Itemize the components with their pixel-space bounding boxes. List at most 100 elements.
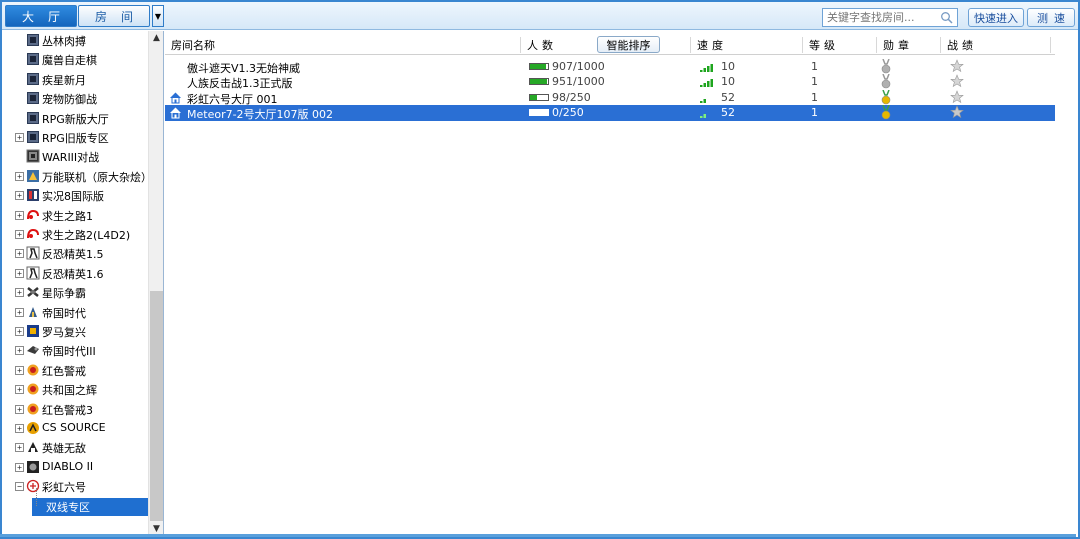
- tree-item[interactable]: RPG新版大厅: [2, 109, 148, 128]
- medal-icon: [880, 58, 892, 74]
- tree-item-label: 红色警戒3: [42, 403, 93, 417]
- occupancy-bar: [529, 108, 549, 116]
- expand-icon[interactable]: +: [15, 230, 24, 239]
- collapse-icon[interactable]: −: [15, 482, 24, 492]
- tree-item[interactable]: + 实况8国际版: [2, 186, 148, 205]
- window-bottom-border: [0, 534, 1076, 537]
- column-speed[interactable]: 速度: [691, 37, 803, 53]
- quick-enter-button[interactable]: 快速进入: [968, 8, 1024, 27]
- expand-icon[interactable]: +: [15, 268, 24, 278]
- tree-item[interactable]: + RPG旧版专区: [2, 128, 148, 147]
- column-people-label: 人数: [527, 39, 557, 52]
- column-level[interactable]: 等级: [803, 37, 877, 53]
- tree-item[interactable]: + 万能联机（原大杂烩）: [2, 167, 148, 186]
- tree-item-label: 罗马复兴: [42, 326, 86, 339]
- tree-item[interactable]: 双线专区: [2, 487, 148, 516]
- column-record[interactable]: 战绩: [941, 37, 1051, 53]
- tree-item-label: DIABLO II: [42, 459, 94, 473]
- tree-item[interactable]: + CS SOURCE: [2, 419, 148, 438]
- expand-icon[interactable]: +: [15, 365, 24, 375]
- l4d-icon: [26, 227, 40, 241]
- tree-item[interactable]: 丛林肉搏: [2, 31, 148, 50]
- room-level: 1: [811, 75, 818, 89]
- tree-item[interactable]: − 彩虹六号: [2, 477, 148, 496]
- tree-item[interactable]: + 求生之路1: [2, 206, 148, 225]
- smart-sort-button[interactable]: 智能排序: [597, 36, 660, 53]
- scroll-thumb[interactable]: [150, 291, 163, 521]
- tree-item[interactable]: + 帝国时代III: [2, 341, 148, 360]
- room-search-box[interactable]: [822, 8, 958, 27]
- tree-item[interactable]: + 星际争霸: [2, 283, 148, 302]
- tab-lobby[interactable]: 大厅: [5, 5, 77, 27]
- tree-item-label: RPG旧版专区: [42, 132, 109, 145]
- tree-item[interactable]: + 共和国之辉: [2, 380, 148, 399]
- record-star-icon: [950, 105, 964, 119]
- tree-item[interactable]: + 罗马复兴: [2, 322, 148, 341]
- tree-scrollbar[interactable]: ▲ ▼: [148, 31, 163, 537]
- expand-icon[interactable]: +: [15, 249, 24, 259]
- column-medal[interactable]: 勋章: [877, 37, 941, 53]
- column-record-label: 战绩: [947, 39, 977, 52]
- war3-icon: [26, 52, 40, 66]
- expand-icon[interactable]: +: [15, 171, 24, 181]
- expand-icon[interactable]: +: [15, 210, 24, 220]
- room-name: Meteor7-2号大厅107版 002: [187, 107, 334, 121]
- scroll-up-icon[interactable]: ▲: [149, 31, 164, 46]
- redalert-icon: [26, 382, 40, 396]
- table-row[interactable]: Meteor7-2号大厅107版 002 0/250 52 1: [165, 104, 1055, 121]
- expand-icon[interactable]: +: [15, 191, 24, 201]
- tree-item[interactable]: + DIABLO II: [2, 458, 148, 477]
- tab-room[interactable]: 房间: [78, 5, 150, 27]
- war3-icon: [26, 111, 40, 125]
- tree-item[interactable]: 魔兽自走棋: [2, 50, 148, 69]
- cs-icon: [26, 266, 40, 280]
- tree-item[interactable]: + 英雄无敌: [2, 438, 148, 457]
- table-row[interactable]: 人族反击战1.3正式版 951/1000 10 1: [165, 74, 1055, 90]
- tree-connector-line: [36, 487, 37, 506]
- tree-item[interactable]: 宠物防御战: [2, 89, 148, 108]
- tab-dropdown-button[interactable]: ▼: [152, 5, 164, 27]
- speed-test-button[interactable]: 测速: [1027, 8, 1075, 27]
- expand-icon[interactable]: +: [15, 462, 24, 472]
- expand-icon[interactable]: +: [15, 346, 24, 356]
- table-row[interactable]: 傲斗遮天V1.3无始神威 907/1000 10 1: [165, 58, 1055, 75]
- tree-item[interactable]: + 反恐精英1.6: [2, 264, 148, 283]
- expand-icon[interactable]: +: [15, 327, 24, 336]
- tree-item[interactable]: + 求生之路2(L4D2): [2, 225, 148, 244]
- tree-item[interactable]: + 反恐精英1.5: [2, 244, 148, 263]
- column-room-name[interactable]: 房间名称: [165, 37, 521, 53]
- medal-icon: [880, 74, 892, 89]
- table-row[interactable]: 彩虹六号大厅 001 98/250 52 1: [165, 89, 1055, 106]
- expand-icon[interactable]: +: [15, 404, 24, 414]
- app-window: 大厅 房间 ▼ 快速进入 测速 丛林肉搏魔兽自走棋疾星新月宠物防御战 RPG新版大…: [0, 0, 1080, 539]
- tree-item[interactable]: + 红色警戒: [2, 361, 148, 380]
- column-level-label: 等级: [809, 39, 839, 52]
- redalert-icon: [26, 363, 40, 377]
- tree-item-label: 红色警戒: [42, 364, 86, 378]
- search-input[interactable]: [827, 9, 937, 26]
- universal-icon: [26, 169, 40, 183]
- expand-icon[interactable]: +: [15, 443, 24, 453]
- tree-item[interactable]: WARIII对战: [2, 147, 148, 166]
- tree-item-label: 万能联机（原大杂烩）: [42, 170, 148, 184]
- l4d-icon: [26, 208, 40, 222]
- record-star-icon: [950, 89, 964, 104]
- signal-strength-icon: [700, 62, 714, 72]
- game-tree-panel: 丛林肉搏 魔兽自走棋 疾星新月 宠物防御战 RPG新版大厅 + RPG旧版专区 WARIII对…: [2, 31, 164, 537]
- expand-icon[interactable]: +: [15, 288, 24, 298]
- room-speed: 10: [721, 60, 735, 73]
- expand-icon[interactable]: +: [15, 424, 24, 433]
- tree-item-label: CS SOURCE: [42, 421, 106, 434]
- occupancy-bar: [529, 63, 549, 70]
- tree-item[interactable]: + 红色警戒3: [2, 400, 148, 419]
- search-icon[interactable]: [940, 11, 953, 24]
- heroes-icon: [26, 440, 40, 454]
- home-icon: [169, 106, 182, 119]
- expand-icon[interactable]: +: [15, 133, 24, 142]
- tree-item[interactable]: + 帝国时代: [2, 303, 148, 322]
- expand-icon[interactable]: +: [15, 307, 24, 317]
- room-speed: 52: [721, 90, 735, 104]
- tree-item[interactable]: 疾星新月: [2, 70, 148, 89]
- expand-icon[interactable]: +: [15, 385, 24, 395]
- column-speed-label: 速度: [697, 39, 727, 52]
